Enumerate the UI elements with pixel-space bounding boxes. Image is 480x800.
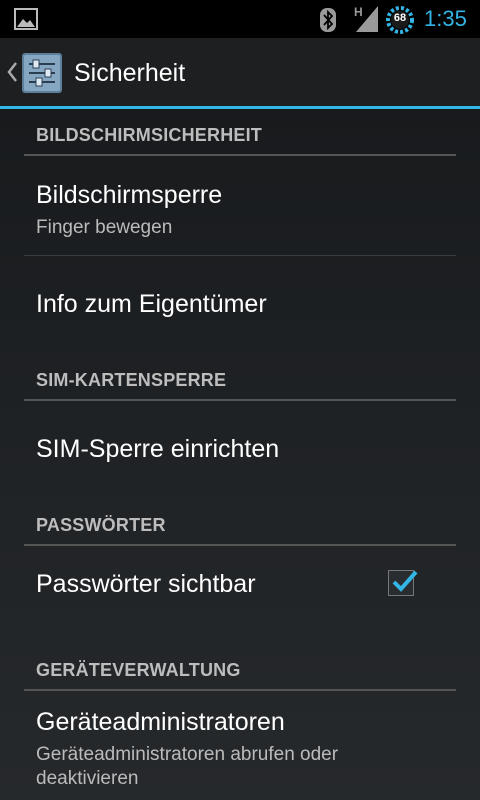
category-screen-security: BILDSCHIRMSICHERHEIT bbox=[0, 109, 480, 156]
category-label: GERÄTEVERWALTUNG bbox=[36, 660, 241, 680]
clock: 1:35 bbox=[424, 6, 467, 31]
signal-icon bbox=[356, 6, 378, 32]
sim-lock-setup-title: SIM-Sperre einrichten bbox=[36, 435, 280, 463]
checkmark-icon bbox=[392, 570, 418, 592]
preferences-list[interactable]: BILDSCHIRMSICHERHEIT Bildschirmsperre Fi… bbox=[0, 109, 480, 800]
category-label: BILDSCHIRMSICHERHEIT bbox=[36, 125, 263, 145]
passwords-visible-checkbox[interactable] bbox=[388, 570, 418, 596]
category-label: PASSWÖRTER bbox=[36, 515, 166, 535]
category-device-admin: GERÄTEVERWALTUNG bbox=[0, 644, 480, 691]
up-navigation-icon[interactable] bbox=[6, 60, 18, 84]
passwords-visible-item[interactable]: Passwörter sichtbar bbox=[0, 546, 480, 644]
owner-info-item[interactable]: Info zum Eigentümer bbox=[0, 256, 480, 354]
device-admins-title: Geräteadministratoren bbox=[36, 708, 285, 736]
status-bar: H 68 1:35 bbox=[0, 0, 480, 38]
battery-level-label: 68 bbox=[393, 12, 407, 24]
bluetooth-icon bbox=[320, 8, 336, 32]
device-admins-item[interactable]: Geräteadministratoren Geräteadministrato… bbox=[0, 691, 480, 800]
screen-lock-summary: Finger bewegen bbox=[36, 217, 173, 238]
screen-lock-item[interactable]: Bildschirmsperre Finger bewegen bbox=[0, 156, 480, 256]
settings-app-icon[interactable] bbox=[20, 51, 64, 95]
passwords-visible-title: Passwörter sichtbar bbox=[36, 570, 256, 598]
category-passwords: PASSWÖRTER bbox=[0, 499, 480, 546]
sim-lock-setup-item[interactable]: SIM-Sperre einrichten bbox=[0, 401, 480, 499]
action-bar: Sicherheit bbox=[0, 38, 480, 106]
owner-info-title: Info zum Eigentümer bbox=[36, 290, 267, 318]
gallery-notification-icon bbox=[14, 8, 38, 30]
page-title: Sicherheit bbox=[74, 59, 186, 87]
category-sim-lock: SIM-KARTENSPERRE bbox=[0, 354, 480, 401]
screen-lock-title: Bildschirmsperre bbox=[36, 181, 223, 209]
device-admins-summary: Geräteadministratoren abrufen oder deakt… bbox=[36, 744, 339, 789]
category-label: SIM-KARTENSPERRE bbox=[36, 370, 227, 390]
